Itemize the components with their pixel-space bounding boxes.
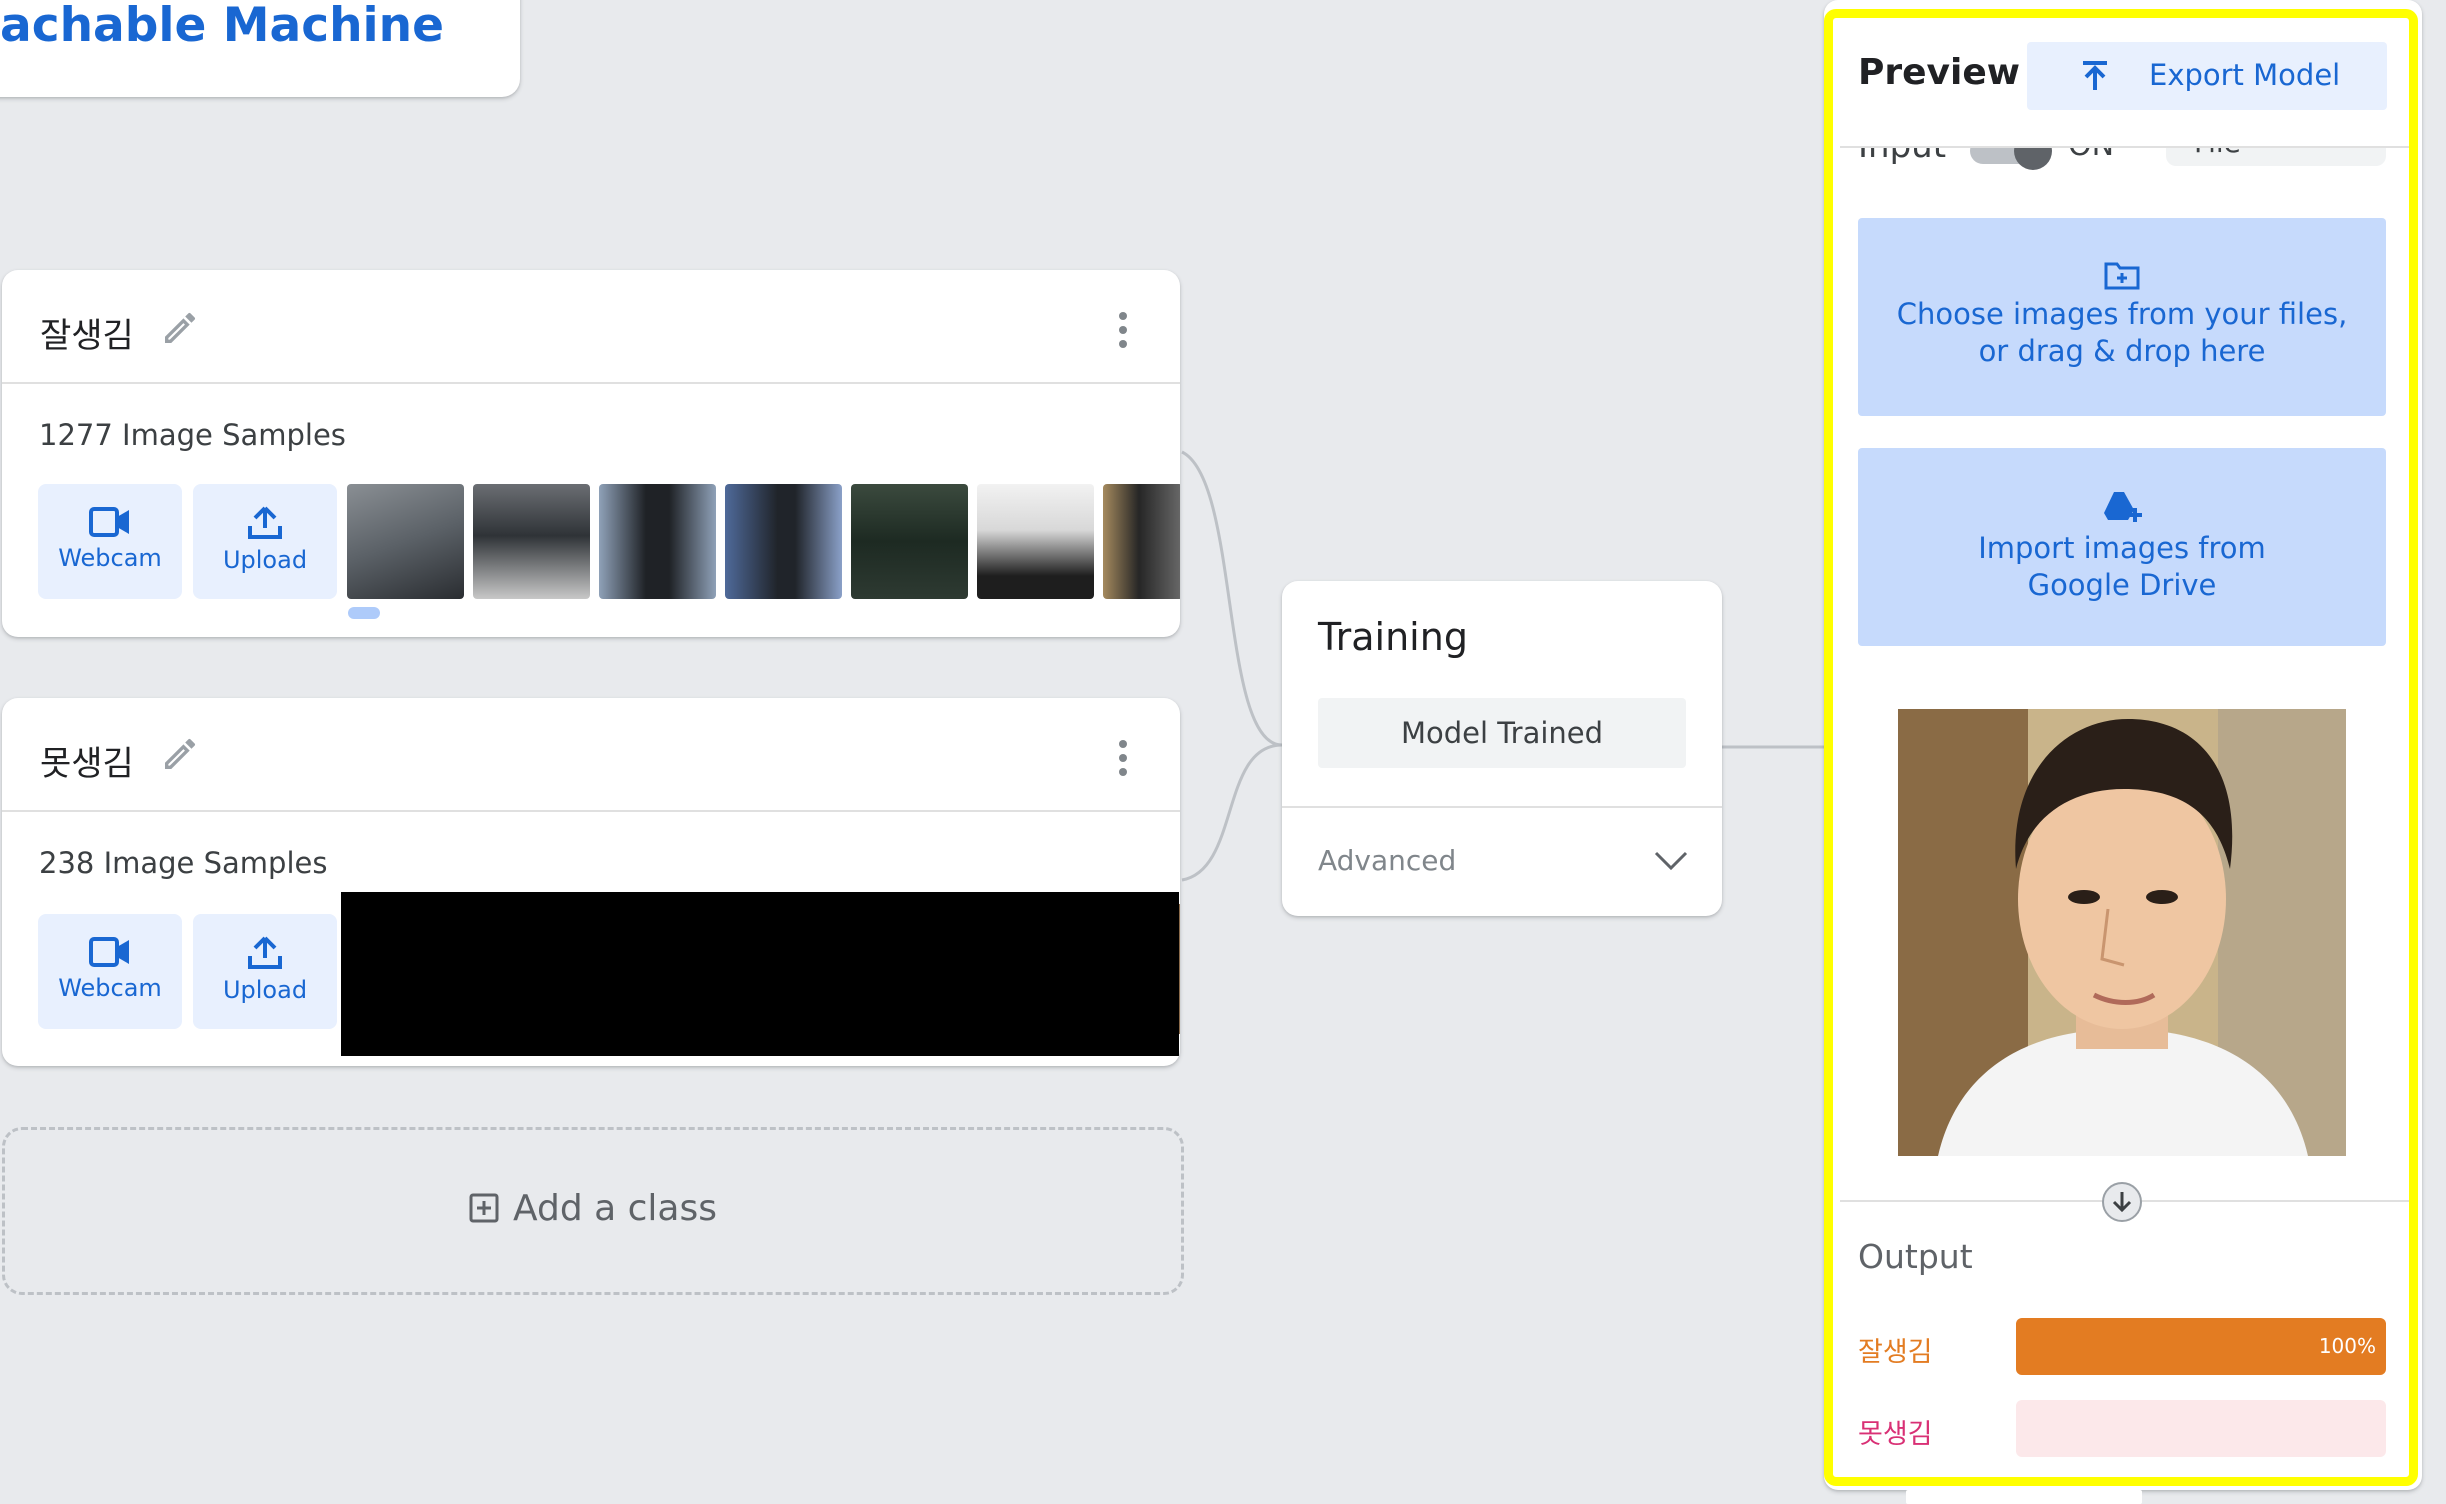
- output-percent-1: 100%: [2318, 1334, 2376, 1358]
- redacted-thumbnails: [341, 892, 1179, 1056]
- import-drive-text-1: Import images from: [1978, 531, 2266, 565]
- arrow-down-icon: [2102, 1182, 2142, 1222]
- add-class-row: Add a class: [5, 1188, 1181, 1229]
- samples-count: 1277 Image Samples: [39, 418, 346, 452]
- model-trained-button[interactable]: Model Trained: [1318, 698, 1686, 768]
- class-card-1: 잘생김 1277 Image Samples Webcam Upload: [2, 270, 1180, 637]
- divider: [1840, 146, 2410, 148]
- drive-add-icon: [2104, 492, 2142, 522]
- training-card: Training Model Trained Advanced: [1282, 581, 1722, 916]
- webcam-icon: [89, 507, 129, 537]
- class-header: 못생김: [2, 698, 1180, 812]
- webcam-label: Webcam: [58, 974, 162, 1002]
- add-class-button[interactable]: Add a class: [2, 1127, 1184, 1295]
- output-title: Output: [1858, 1237, 1973, 1276]
- upload-button[interactable]: Upload: [193, 914, 337, 1029]
- export-model-button[interactable]: Export Model: [2027, 42, 2387, 110]
- add-box-icon: [469, 1193, 499, 1223]
- divider: [1282, 806, 1722, 808]
- sample-thumbnail[interactable]: [1103, 484, 1180, 599]
- edit-icon[interactable]: [160, 308, 200, 348]
- class-header: 잘생김: [2, 270, 1180, 384]
- output-bar-2: [2016, 1400, 2386, 1457]
- preview-image: [1898, 709, 2346, 1156]
- samples-count: 238 Image Samples: [39, 846, 328, 880]
- sample-thumbnail[interactable]: [977, 484, 1094, 599]
- folder-add-icon: [2104, 262, 2140, 290]
- webcam-button[interactable]: Webcam: [38, 484, 182, 599]
- webcam-icon: [89, 937, 129, 967]
- advanced-toggle[interactable]: Advanced: [1318, 844, 1456, 877]
- portrait-photo: [1898, 709, 2346, 1156]
- preview-title: Preview: [1858, 52, 2021, 93]
- output-label-2: 못생김: [1858, 1419, 1933, 1450]
- webcam-label: Webcam: [58, 544, 162, 572]
- export-icon: [2083, 61, 2107, 90]
- sample-thumbnail[interactable]: [599, 484, 716, 599]
- import-drive-text-2: Google Drive: [2027, 568, 2217, 602]
- app-logo: achable Machine: [0, 0, 444, 53]
- choose-files-text-1: Choose images from your files,: [1896, 297, 2348, 331]
- output-label-1: 잘생김: [1858, 1337, 1933, 1368]
- output-bar-1: 100%: [2016, 1318, 2386, 1375]
- chevron-down-icon[interactable]: [1654, 851, 1688, 871]
- class-name[interactable]: 잘생김: [40, 308, 134, 357]
- edit-icon[interactable]: [160, 734, 200, 774]
- webcam-button[interactable]: Webcam: [38, 914, 182, 1029]
- thumbnail-scroll-indicator[interactable]: [348, 607, 380, 619]
- panel-tab: [1906, 1490, 2142, 1504]
- sample-thumbnail[interactable]: [347, 484, 464, 599]
- upload-icon: [248, 936, 282, 969]
- choose-files-text-2: or drag & drop here: [1978, 334, 2266, 368]
- upload-button[interactable]: Upload: [193, 484, 337, 599]
- thumbnail-edge: [1179, 904, 1180, 1034]
- sample-thumbnail[interactable]: [851, 484, 968, 599]
- sample-thumbnail[interactable]: [725, 484, 842, 599]
- import-drive-button[interactable]: Import images from Google Drive: [1858, 448, 2386, 646]
- class-name[interactable]: 못생김: [40, 736, 134, 785]
- more-vert-icon[interactable]: [1118, 312, 1128, 354]
- class-card-2: 못생김 238 Image Samples Webcam Upload: [2, 698, 1180, 1066]
- sample-thumbnail[interactable]: [473, 484, 590, 599]
- upload-icon: [248, 506, 282, 539]
- add-class-label: Add a class: [512, 1188, 717, 1229]
- choose-files-dropzone[interactable]: Choose images from your files, or drag &…: [1858, 218, 2386, 416]
- training-title: Training: [1318, 615, 1468, 659]
- upload-label: Upload: [222, 976, 308, 1004]
- more-vert-icon[interactable]: [1118, 740, 1128, 782]
- logo-card: achable Machine: [0, 0, 520, 97]
- export-model-label: Export Model: [2149, 58, 2341, 92]
- upload-label: Upload: [222, 546, 308, 574]
